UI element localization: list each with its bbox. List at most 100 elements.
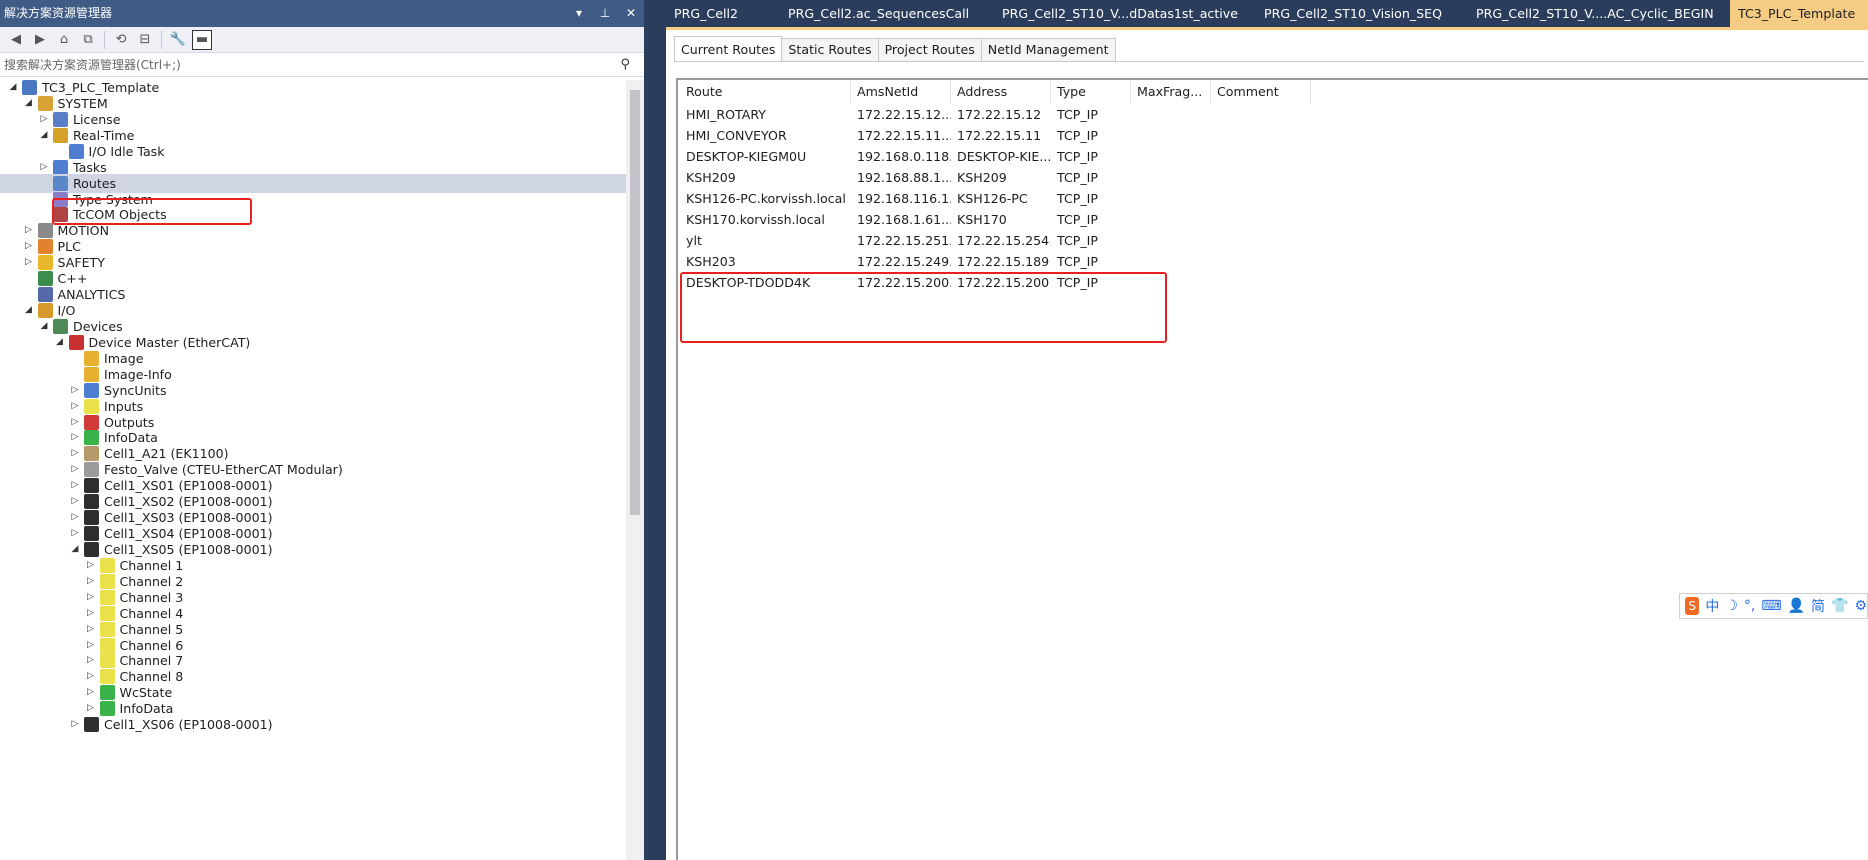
route-cell xyxy=(1211,272,1311,293)
panel-title: 解决方案资源管理器 xyxy=(4,6,113,20)
routes-editor: Current Routes Static Routes Project Route… xyxy=(666,30,1868,860)
solution-search-input[interactable]: 搜索解决方案资源管理器(Ctrl+;) ⚲ xyxy=(0,53,644,77)
route-cell: TCP_IP xyxy=(1057,170,1098,185)
expand-arrow-icon[interactable]: ▷ xyxy=(70,715,80,734)
route-cell: DESKTOP-KIEGM0U xyxy=(686,149,807,164)
route-row[interactable]: KSH209 192.168.88.1.... KSH209 TCP_IP xyxy=(680,167,1311,188)
visual-studio-window: 解决方案资源管理器 ▾ ⊥ ✕ ◀ ▶ ⌂ ⧉ ⟲ ⊟ 🔧 ▬ 搜索解决方案资源… xyxy=(0,0,1868,860)
document-tab[interactable]: PRG_Cell2_ST10_V....AC_Cyclic_BEGIN xyxy=(1468,0,1730,27)
route-cell: TCP_IP xyxy=(1057,128,1098,143)
column-header[interactable]: Address xyxy=(951,80,1051,104)
back-icon[interactable]: ◀ xyxy=(6,30,26,50)
routes-subtab[interactable]: Project Routes xyxy=(877,38,982,61)
routes-subtab[interactable]: Static Routes xyxy=(781,38,879,61)
routes-subtab[interactable]: NetId Management xyxy=(980,38,1116,61)
route-row[interactable]: DESKTOP-KIEGM0U 192.168.0.118... DESKTOP-K… xyxy=(680,146,1311,167)
route-row[interactable]: DESKTOP-TDODD4K 172.22.15.200.... 172.22.1… xyxy=(680,272,1311,293)
inputs-icon xyxy=(84,398,99,414)
route-cell: 172.22.15.12.... xyxy=(857,107,951,122)
route-cell xyxy=(1131,251,1211,272)
tccom-icon xyxy=(53,207,68,223)
user-icon[interactable]: 👤 xyxy=(1788,598,1805,614)
route-cell xyxy=(1131,209,1211,230)
column-header[interactable]: MaxFrag... xyxy=(1131,80,1211,104)
route-row[interactable]: HMI_ROTARY 172.22.15.12.... 172.22.15.12 TC… xyxy=(680,104,1311,125)
syncunits-icon xyxy=(84,382,99,398)
outputs-icon xyxy=(84,414,99,430)
route-cell: KSH126-PC.korvissh.local xyxy=(686,191,846,206)
chinese-mode-icon[interactable]: 中 xyxy=(1705,596,1719,616)
route-cell: 192.168.1.61.... xyxy=(857,212,951,227)
terminal-icon xyxy=(84,478,99,494)
document-tab[interactable]: TC3_PLC_Template xyxy=(1730,0,1868,27)
route-row[interactable]: HMI_CONVEYOR 172.22.15.11.... 172.22.15.11… xyxy=(680,125,1311,146)
home-icon[interactable]: ⌂ xyxy=(54,30,74,50)
ime-logo-icon[interactable]: S xyxy=(1685,597,1700,615)
realtime-icon xyxy=(53,127,68,143)
route-cell xyxy=(1211,230,1311,251)
column-header[interactable]: Type xyxy=(1051,80,1131,104)
document-tab-bar: PRG_Cell2 PRG_Cell2.ac_SequencesCall PRG_C… xyxy=(666,0,1868,27)
route-cell: 172.22.15.189 xyxy=(957,254,1050,269)
close-icon[interactable]: ✕ xyxy=(624,0,638,27)
punctuation-icon[interactable]: °, xyxy=(1744,598,1755,614)
auto-hide-pin-icon[interactable]: ⊥ xyxy=(598,0,612,27)
pane-splitter[interactable] xyxy=(644,0,666,860)
channel-icon xyxy=(99,621,115,637)
skin-icon[interactable]: 👕 xyxy=(1831,598,1848,614)
document-tab[interactable]: PRG_Cell2.ac_SequencesCall xyxy=(780,0,994,27)
half-width-moon-icon[interactable]: ☽ xyxy=(1725,598,1738,614)
search-icon[interactable]: ⚲ xyxy=(620,53,630,77)
column-header[interactable]: Comment xyxy=(1211,80,1311,104)
document-tab[interactable]: PRG_Cell2 xyxy=(666,0,780,27)
route-cell: TCP_IP xyxy=(1057,149,1098,164)
routes-subtabs: Current Routes Static Routes Project Route… xyxy=(674,36,1864,62)
route-cell xyxy=(1131,230,1211,251)
route-row[interactable]: KSH203 172.22.15.249.... 172.22.15.189 TCP_… xyxy=(680,251,1311,272)
route-cell: TCP_IP xyxy=(1057,254,1098,269)
channel-icon xyxy=(99,573,115,589)
route-cell: KSH126-PC xyxy=(957,191,1028,206)
route-cell xyxy=(1211,251,1311,272)
motion-icon xyxy=(37,223,53,239)
column-header[interactable]: AmsNetId xyxy=(851,80,951,104)
preview-selected-icon[interactable]: ▬ xyxy=(192,29,212,50)
route-cell xyxy=(1131,272,1211,293)
simplified-icon[interactable]: 简 xyxy=(1811,596,1825,616)
column-header[interactable]: Route xyxy=(680,80,851,104)
document-tab[interactable]: PRG_Cell2_ST10_Vision_SEQ xyxy=(1256,0,1468,27)
ethercat-master-icon xyxy=(68,334,84,350)
route-row[interactable]: KSH126-PC.korvissh.local 192.168.116.1...… xyxy=(680,188,1311,209)
channel-icon xyxy=(99,653,115,669)
keyboard-icon[interactable]: ⌨ xyxy=(1761,598,1781,614)
tree-node[interactable]: ▷ Cell1_XS06 (EP1008-0001) xyxy=(0,715,626,734)
properties-wrench-icon[interactable]: 🔧 xyxy=(168,30,188,50)
route-cell: TCP_IP xyxy=(1057,275,1098,290)
tree-scrollbar-thumb[interactable] xyxy=(630,90,640,515)
terminal-icon xyxy=(84,526,99,542)
route-cell: TCP_IP xyxy=(1057,233,1098,248)
safety-icon xyxy=(37,255,53,271)
route-cell: 192.168.0.118... xyxy=(857,149,951,164)
document-tab[interactable]: PRG_Cell2_ST10_V...dDatas1st_active xyxy=(994,0,1256,27)
switch-views-icon[interactable]: ⧉ xyxy=(78,30,98,50)
window-position-dropdown-icon[interactable]: ▾ xyxy=(572,0,586,27)
route-row[interactable]: KSH170.korvissh.local 192.168.1.61.... KSH… xyxy=(680,209,1311,230)
settings-icon[interactable]: ⚙ xyxy=(1854,598,1867,614)
tasks-icon xyxy=(53,159,68,175)
route-cell: KSH203 xyxy=(686,254,736,269)
search-placeholder: 搜索解决方案资源管理器(Ctrl+;) xyxy=(4,58,181,72)
channel-icon xyxy=(99,557,115,573)
collapse-all-icon[interactable]: ⊟ xyxy=(135,30,155,50)
terminal-icon xyxy=(84,717,99,733)
route-cell: HMI_ROTARY xyxy=(686,107,766,122)
plc-icon xyxy=(37,239,53,255)
routes-subtab[interactable]: Current Routes xyxy=(674,36,783,61)
route-cell xyxy=(1131,167,1211,188)
pending-changes-filter-icon[interactable]: ⟲ xyxy=(111,30,131,50)
route-row[interactable]: ylt 172.22.15.251.... 172.22.15.254 TCP_IP xyxy=(680,230,1311,251)
solution-explorer-panel: 解决方案资源管理器 ▾ ⊥ ✕ ◀ ▶ ⌂ ⧉ ⟲ ⊟ 🔧 ▬ 搜索解决方案资源… xyxy=(0,0,644,860)
infodata-icon xyxy=(99,701,115,717)
forward-icon[interactable]: ▶ xyxy=(30,30,50,50)
route-cell xyxy=(1211,104,1311,125)
